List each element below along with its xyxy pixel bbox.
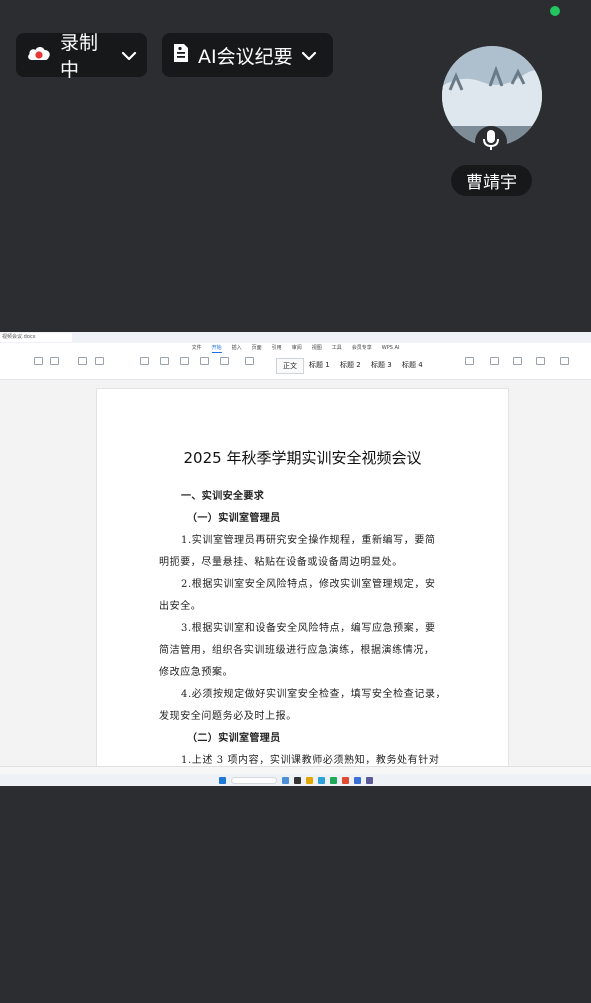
taskbar-app-icon[interactable] [365,776,373,784]
menu-item[interactable]: 文件 [192,343,202,353]
taskbar-app-icon[interactable] [353,776,361,784]
doc-line: 出安全。 [159,601,202,612]
shared-screen[interactable]: 视频会议.docx 文件 开始 插入 页面 引用 审阅 视图 工具 会员专享 W… [0,332,591,786]
menu-item[interactable]: 引用 [272,343,282,353]
italic-icon[interactable] [160,357,169,365]
menu-item[interactable]: 审阅 [292,343,302,353]
doc-line: 明扼要，尽量悬挂、粘贴在设备或设备周边明显处。 [159,557,403,568]
document-title: 2025 年秋季学期实训安全视频会议 [183,449,422,467]
doc-line: 发现安全问题务必及时上报。 [159,711,297,722]
align-icon[interactable] [180,357,189,365]
ai-summary-button[interactable]: AI会议纪要 [162,33,333,77]
edge-icon[interactable] [317,776,325,784]
style-heading3[interactable]: 标题 3 [371,358,392,372]
doc-line: 修改应急预案。 [159,667,234,678]
font-size-icon[interactable] [95,357,104,365]
paste-icon[interactable] [34,357,43,365]
font-icon[interactable] [78,357,87,365]
menu-item[interactable]: 页面 [252,343,262,353]
doc-line: 2.根据实训室安全风险特点，修改实训室管理规定，安 [181,579,436,590]
style-normal[interactable]: 正文 [276,358,304,374]
taskbar-app-icon[interactable] [281,776,289,784]
ai-summary-label: AI会议纪要 [198,45,293,68]
doc-line: （二）实训室管理员 [187,733,281,744]
list-icon[interactable] [200,357,209,365]
document-icon [172,43,190,68]
menu-item-active[interactable]: 开始 [211,343,222,353]
word-menubar: 文件 开始 插入 页面 引用 审阅 视图 工具 会员专享 WPS AI [0,343,591,353]
format-painter-icon[interactable] [50,357,59,365]
doc-line: 1.实训室管理员再研究安全操作规程，重新编写，要简 [181,535,436,546]
chevron-down-icon [301,44,317,66]
style-heading2[interactable]: 标题 2 [340,358,361,372]
menu-item[interactable]: 工具 [332,343,342,353]
recording-button[interactable]: 录制中 [16,32,147,81]
folder-icon[interactable] [305,776,313,784]
document-page[interactable]: 2025 年秋季学期实训安全视频会议 一、实训安全要求 （一）实训室管理员 1.… [96,388,509,770]
chevron-down-icon [121,44,137,66]
cloud-record-icon [26,43,52,68]
microphone-icon [482,129,500,155]
menu-item[interactable]: 视图 [312,343,322,353]
document-area[interactable]: 2025 年秋季学期实训安全视频会议 一、实训安全要求 （一）实训室管理员 1.… [0,380,591,770]
bold-icon[interactable] [140,357,149,365]
doc-line: 简洁管用，组织各实训班级进行应急演练，根据演练情况， [159,645,435,656]
word-ribbon: 正文 标题 1 标题 2 标题 3 标题 4 [0,353,591,380]
windows-taskbar [0,774,591,786]
tools-icon[interactable] [560,357,569,365]
find-icon[interactable] [465,357,474,365]
taskbar-app-icon[interactable] [293,776,301,784]
style-heading1[interactable]: 标题 1 [309,358,330,372]
style-heading4[interactable]: 标题 4 [402,358,423,372]
paragraph-icon[interactable] [245,357,254,365]
select-icon[interactable] [490,357,499,365]
menu-item[interactable]: 插入 [232,343,242,353]
start-icon[interactable] [218,776,226,784]
taskbar-app-icon[interactable] [329,776,337,784]
wps-icon[interactable] [341,776,349,784]
mic-badge [475,126,507,158]
review-icon[interactable] [513,357,522,365]
layout-icon[interactable] [536,357,545,365]
document-tab[interactable]: 视频会议.docx [0,333,72,342]
recording-label: 录制中 [60,32,99,81]
menu-item[interactable]: WPS AI [382,343,400,353]
doc-line: （一）实训室管理员 [187,513,281,524]
doc-line: 3.根据实训室和设备安全风险特点，编写应急预案，要 [181,623,436,634]
participant-name: 曹靖宇 [451,165,532,196]
doc-line: 一、实训安全要求 [181,491,265,502]
menu-item[interactable]: 会员专享 [352,343,372,353]
indent-icon[interactable] [220,357,229,365]
doc-line: 1.上述 3 项内容，实训课教师必须熟知，教务处有针对 [181,755,440,766]
taskbar-search[interactable] [230,776,277,784]
doc-line: 4.必须按规定做好实训室安全检查，填写安全检查记录， [181,689,447,700]
online-indicator [550,6,560,16]
